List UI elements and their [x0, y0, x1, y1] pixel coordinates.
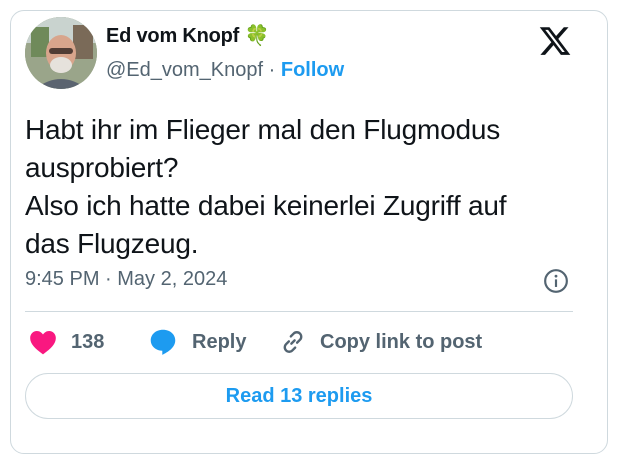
tweet-line: Also ich hatte dabei keinerlei Zugriff a… — [25, 190, 507, 221]
speech-bubble-icon — [150, 329, 176, 355]
like-button[interactable]: 138 — [29, 326, 104, 358]
tweet-line: das Flugzeug. — [25, 228, 199, 259]
tweet-timestamp[interactable]: 9:45 PM · May 2, 2024 — [25, 268, 227, 291]
avatar[interactable] — [25, 17, 97, 89]
follow-button[interactable]: Follow — [281, 59, 344, 81]
read-replies-label: Read 13 replies — [225, 384, 373, 407]
divider — [25, 311, 573, 312]
heart-icon — [30, 331, 56, 355]
copy-link-label: Copy link to post — [320, 330, 483, 353]
copy-link-button[interactable]: Copy link to post — [280, 326, 482, 358]
read-replies-button[interactable]: Read 13 replies — [25, 373, 573, 419]
like-count: 138 — [71, 330, 105, 353]
author-handle-row: @Ed_vom_Knopf · Follow — [106, 59, 344, 82]
info-icon[interactable] — [543, 268, 569, 294]
author-handle[interactable]: @Ed_vom_Knopf — [106, 59, 263, 81]
tweet-line: Habt ihr im Flieger mal den Flugmodus — [25, 114, 501, 145]
reply-label: Reply — [192, 330, 247, 353]
avatar-photo — [25, 17, 97, 89]
x-logo-icon[interactable] — [538, 24, 572, 58]
tweet-line: ausprobiert? — [25, 152, 179, 183]
tweet-text: Habt ihr im Flieger mal den Flugmodus au… — [25, 111, 575, 263]
handle-separator: · — [268, 59, 276, 81]
link-icon — [283, 331, 303, 353]
reply-button[interactable]: Reply — [148, 326, 246, 358]
author-name[interactable]: Ed vom Knopf 🍀 — [106, 23, 269, 48]
